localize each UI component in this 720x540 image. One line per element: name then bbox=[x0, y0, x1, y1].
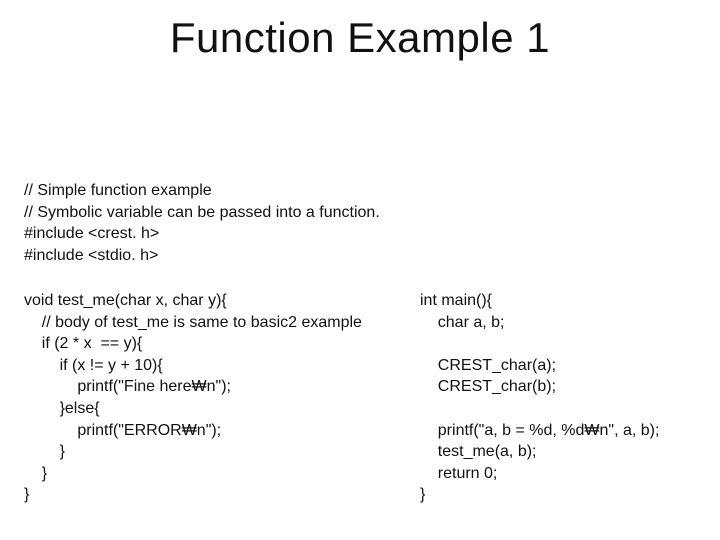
code-comments: // Simple function example // Symbolic v… bbox=[24, 180, 380, 266]
slide-title: Function Example 1 bbox=[0, 14, 720, 62]
code-left-column: void test_me(char x, char y){ // body of… bbox=[24, 290, 362, 506]
slide: Function Example 1 // Simple function ex… bbox=[0, 0, 720, 540]
code-right-column: int main(){ char a, b; CREST_char(a); CR… bbox=[420, 290, 659, 506]
